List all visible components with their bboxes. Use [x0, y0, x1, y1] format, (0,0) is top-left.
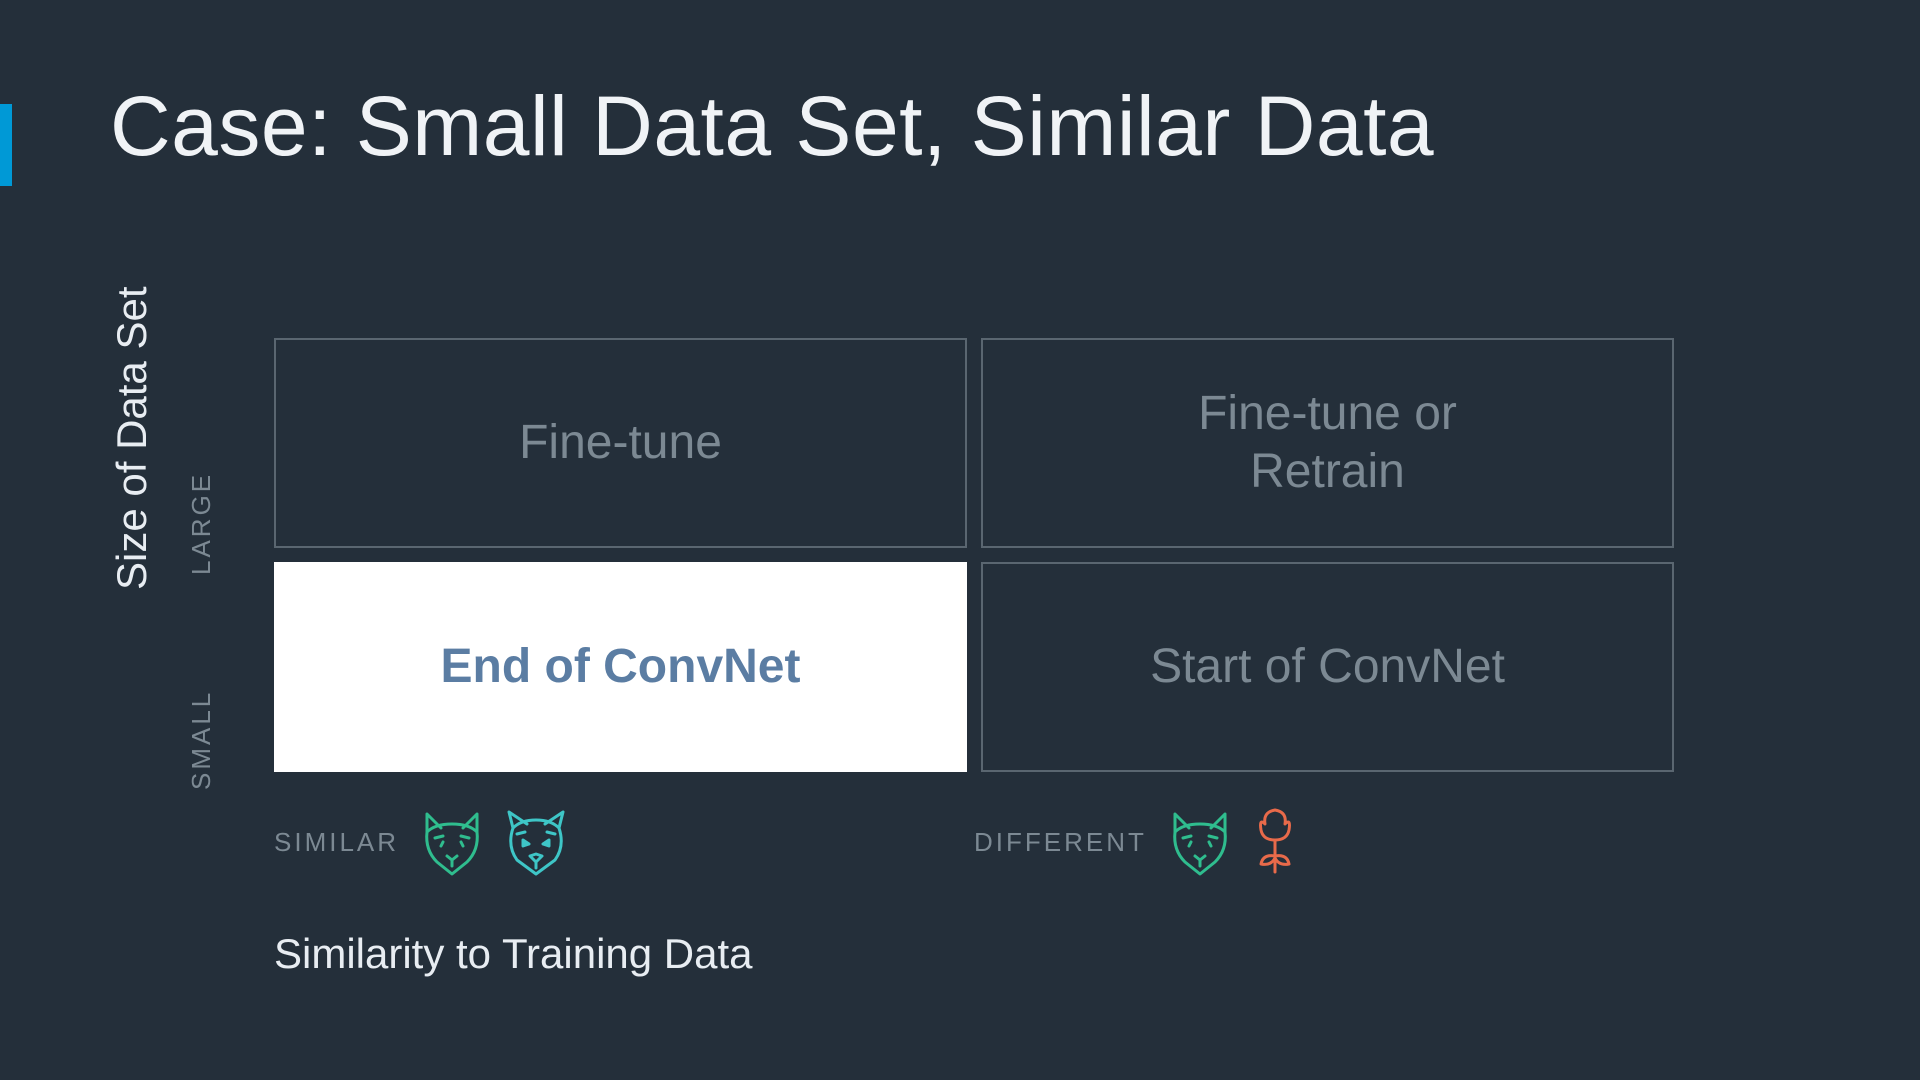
- x-axis-labels: SIMILAR: [274, 806, 1674, 878]
- x-axis-label-different: DIFFERENT: [974, 827, 1147, 858]
- cell-large-similar: Fine-tune: [274, 338, 967, 548]
- accent-bar: [0, 104, 12, 186]
- dog-icon: [419, 806, 485, 878]
- cell-label: Fine-tune or Retrain: [1198, 385, 1457, 500]
- slide-title: Case: Small Data Set, Similar Data: [110, 78, 1434, 175]
- x-label-different-group: DIFFERENT: [974, 806, 1674, 878]
- y-axis-label-large: LARGE: [186, 472, 217, 575]
- y-axis-label-small: SMALL: [186, 690, 217, 790]
- x-label-similar-group: SIMILAR: [274, 806, 974, 878]
- cell-small-similar: End of ConvNet: [274, 562, 967, 772]
- flower-icon: [1251, 806, 1299, 878]
- dog-icon: [1167, 806, 1233, 878]
- x-axis-label-similar: SIMILAR: [274, 827, 399, 858]
- cell-small-different: Start of ConvNet: [981, 562, 1674, 772]
- matrix-grid: Fine-tune Fine-tune or Retrain End of Co…: [274, 338, 1674, 772]
- x-axis-title: Similarity to Training Data: [274, 930, 753, 978]
- wolf-icon: [503, 806, 569, 878]
- cell-large-different: Fine-tune or Retrain: [981, 338, 1674, 548]
- y-axis-title: Size of Data Set: [108, 287, 156, 591]
